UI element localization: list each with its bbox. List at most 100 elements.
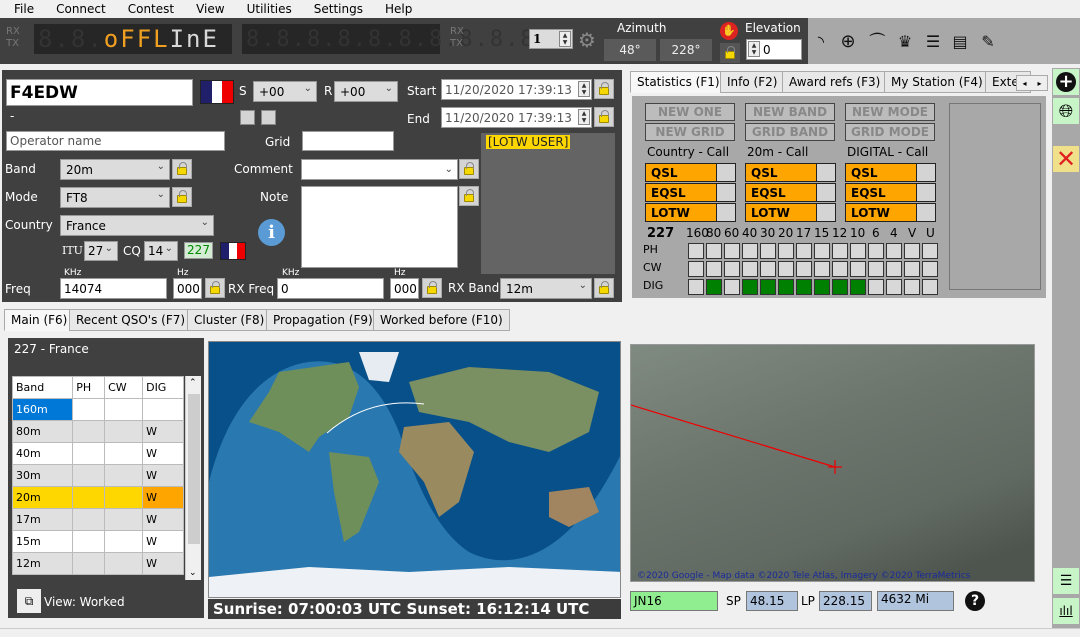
globe-icon[interactable]: ⊕ [837, 32, 859, 52]
worked-table-scrollbar[interactable]: ⌃ ⌄ [185, 376, 201, 580]
list-view-button[interactable]: ☰ [1053, 568, 1079, 594]
table-row[interactable]: 80m W [11, 420, 184, 443]
scroll-down-icon[interactable]: ⌄ [189, 568, 197, 578]
note-textarea[interactable] [301, 186, 458, 268]
tab-propagation[interactable]: Propagation (F9) [266, 309, 380, 331]
menu-settings[interactable]: Settings [300, 2, 371, 16]
signal-icon[interactable]: ◝ [810, 32, 832, 52]
cell-dig[interactable]: W [142, 486, 184, 509]
menu-utilities[interactable]: Utilities [233, 2, 300, 16]
table-row[interactable]: 15m W [11, 530, 184, 553]
tab-statistics[interactable]: Statistics (F1) [630, 71, 727, 93]
comment-select[interactable]: ⌄ [301, 159, 458, 180]
tab-recent-qsos[interactable]: Recent QSO's (F7) [69, 309, 193, 331]
cell-cw[interactable] [104, 420, 144, 443]
band-select[interactable]: 20m ⌄ [60, 159, 170, 180]
menu-file[interactable]: File [0, 2, 42, 16]
globe-button[interactable]: 🌐︎ [1053, 98, 1079, 124]
column-header-dig[interactable]: DIG [142, 376, 184, 399]
cell-dig[interactable]: W [142, 530, 184, 553]
spinner-arrows[interactable]: ▲ ▼ [578, 81, 590, 97]
view-toggle-icon[interactable]: ⧉ [17, 589, 41, 613]
grayline-world-map[interactable] [208, 341, 621, 598]
mode-select[interactable]: FT8 ⌄ [60, 187, 170, 208]
satellite-dish-icon[interactable]: ⏜ [866, 32, 888, 52]
cell-dig[interactable]: W [142, 552, 184, 575]
cq-select[interactable]: 14 ⌄ [144, 241, 178, 261]
table-row[interactable]: 30m W [11, 464, 184, 487]
spinner-arrows[interactable]: ▲ ▼ [578, 109, 590, 125]
qsl-rcvd-checkbox[interactable] [261, 110, 276, 125]
table-row[interactable]: 12m W [11, 552, 184, 575]
cell-dig[interactable] [142, 398, 184, 421]
rst-sent-select[interactable]: +00 ⌄ [253, 81, 317, 102]
rxfreq-khz-input[interactable]: 0 [277, 278, 384, 299]
google-map-view[interactable]: ©2020 Google - Map data ©2020 Tele Atlas… [630, 344, 1035, 582]
cell-band[interactable]: 80m [11, 420, 74, 443]
tab-scroll-buttons[interactable]: ◂ ▸ [1016, 75, 1048, 91]
column-header-ph[interactable]: PH [72, 376, 106, 399]
cell-cw[interactable] [104, 442, 144, 465]
freq-hz-input[interactable]: 000 [173, 278, 202, 299]
chart-button[interactable]: ılıl [1053, 598, 1079, 624]
help-icon[interactable]: ? [965, 591, 985, 611]
scrollbar-thumb[interactable] [188, 394, 200, 544]
table-row[interactable]: 20m W [11, 486, 184, 509]
menu-view[interactable]: View [182, 2, 232, 16]
cell-band[interactable]: 17m [11, 508, 74, 531]
cell-ph[interactable] [72, 508, 106, 531]
rxband-select[interactable]: 12m ⌄ [500, 278, 592, 299]
rxfreq-hz-input[interactable]: 000 [390, 278, 419, 299]
start-lock-button[interactable] [594, 79, 614, 99]
cell-cw[interactable] [104, 508, 144, 531]
operator-name-input[interactable]: Operator name [6, 131, 225, 151]
radio-icon[interactable]: ▤ [949, 32, 971, 52]
menu-connect[interactable]: Connect [42, 2, 114, 16]
mode-lock-button[interactable] [172, 187, 192, 207]
cell-ph[interactable] [72, 420, 106, 443]
cell-ph[interactable] [72, 486, 106, 509]
table-row[interactable]: 160m [11, 398, 184, 421]
start-datetime-input[interactable]: 11/20/2020 17:39:13 ▲ ▼ [441, 79, 592, 100]
tab-worked-before[interactable]: Worked before (F10) [373, 309, 510, 331]
grid-input[interactable] [302, 131, 394, 151]
cell-cw[interactable] [104, 552, 144, 575]
clear-button[interactable]: ✕ [1053, 145, 1079, 173]
table-row[interactable]: 17m W [11, 508, 184, 531]
tab-my-station[interactable]: My Station (F4) [884, 71, 990, 93]
cell-cw[interactable] [104, 530, 144, 553]
cell-band[interactable]: 20m [11, 486, 74, 509]
country-select[interactable]: France ⌄ [60, 215, 214, 236]
rotator-lock-button[interactable] [720, 43, 740, 63]
cell-band[interactable]: 160m [11, 398, 74, 421]
cell-band[interactable]: 12m [11, 552, 74, 575]
tab-main[interactable]: Main (F6) [4, 309, 75, 331]
note-lock-button[interactable] [459, 186, 479, 206]
comment-lock-button[interactable] [459, 159, 479, 179]
menu-help[interactable]: Help [371, 2, 420, 16]
rxfreq-lock-button[interactable] [422, 278, 442, 298]
add-button[interactable]: + [1053, 69, 1079, 95]
cell-dig[interactable]: W [142, 508, 184, 531]
tab-info[interactable]: Info (F2) [720, 71, 785, 93]
column-header-band[interactable]: Band [11, 376, 74, 399]
band-lock-button[interactable] [172, 159, 192, 179]
end-datetime-input[interactable]: 11/20/2020 17:39:13 ▲ ▼ [441, 107, 592, 128]
crown-icon[interactable]: ♛ [894, 32, 916, 52]
cell-dig[interactable]: W [142, 420, 184, 443]
spinner-arrows[interactable]: ▲ ▼ [748, 41, 760, 57]
itu-select[interactable]: 27 ⌄ [84, 241, 118, 261]
cell-ph[interactable] [72, 530, 106, 553]
rig-number-spinner[interactable]: 1 ▲ ▼ [529, 29, 573, 49]
arrow-left-icon[interactable]: ◂ [1022, 79, 1026, 88]
rst-rcvd-select[interactable]: +00 ⌄ [334, 81, 398, 102]
rxband-lock-button[interactable] [594, 278, 614, 298]
cell-band[interactable]: 30m [11, 464, 74, 487]
menu-contest[interactable]: Contest [114, 2, 182, 16]
column-header-cw[interactable]: CW [104, 376, 144, 399]
tab-award-refs[interactable]: Award refs (F3) [782, 71, 888, 93]
callsign-input[interactable]: F4EDW [6, 79, 193, 106]
end-lock-button[interactable] [594, 107, 614, 127]
info-icon[interactable]: i [258, 219, 285, 246]
stop-hand-icon[interactable]: ✋ [720, 22, 738, 40]
